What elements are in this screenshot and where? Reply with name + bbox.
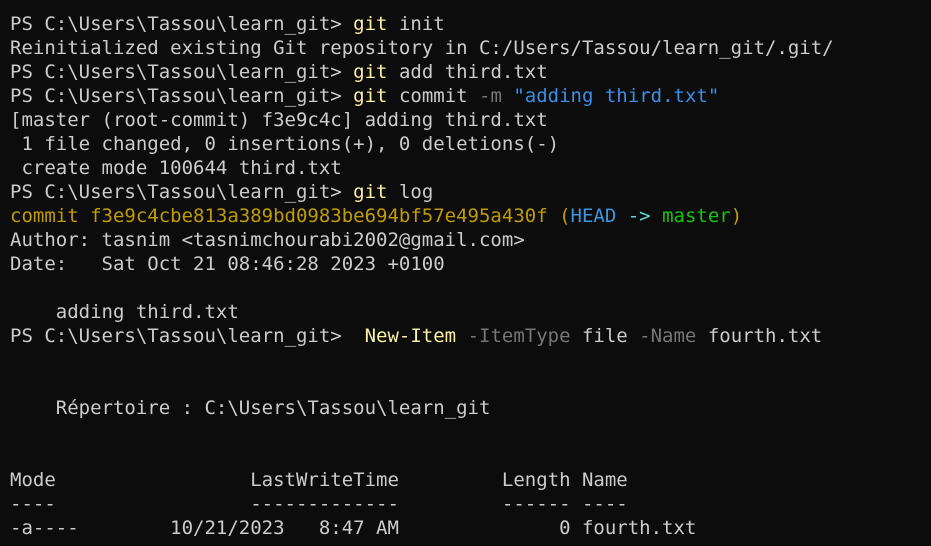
command-space	[456, 325, 467, 347]
command-git: git	[353, 61, 388, 83]
git-log-commit-line: commit f3e9c4cbe813a389bd0983be694bf57e4…	[10, 204, 921, 228]
command-param: -ItemType	[467, 325, 571, 347]
shell-prompt: PS C:\Users\Tassou\learn_git>	[10, 325, 365, 347]
directory-line: Répertoire : C:\Users\Tassou\learn_git	[10, 397, 491, 419]
command-param: -Name	[639, 325, 697, 347]
shell-prompt: PS C:\Users\Tassou\learn_git>	[10, 181, 354, 203]
terminal-line: PS C:\Users\Tassou\learn_git> git commit…	[10, 84, 921, 108]
ref-arrow: ->	[616, 205, 663, 227]
terminal-output-line: Reinitialized existing Git repository in…	[10, 37, 834, 59]
ref-paren-close: )	[730, 205, 743, 227]
branch-ref: master	[662, 205, 731, 227]
command-args: add third.txt	[387, 61, 548, 83]
command-git: git	[353, 85, 388, 107]
table-header: Mode LastWriteTime Length Name	[10, 469, 628, 491]
table-row: -a---- 10/21/2023 8:47 AM 0 fourth.txt	[10, 517, 697, 539]
head-ref: HEAD	[570, 205, 617, 227]
terminal-output-line: create mode 100644 third.txt	[10, 157, 342, 179]
terminal-line: PS C:\Users\Tassou\learn_git> git init	[10, 12, 921, 36]
command-args: commit	[387, 85, 480, 107]
command-git: git	[353, 181, 388, 203]
git-log-message: adding third.txt	[10, 301, 239, 323]
shell-prompt: PS C:\Users\Tassou\learn_git>	[10, 13, 354, 35]
ref-paren-open: (	[559, 205, 571, 227]
command-git: git	[353, 13, 388, 35]
command-space	[502, 85, 513, 107]
command-args: log	[387, 181, 434, 203]
command-new-item: New-Item	[364, 325, 457, 347]
command-flag: -m	[479, 85, 502, 107]
shell-prompt: PS C:\Users\Tassou\learn_git>	[10, 85, 354, 107]
table-separator: ---- ------------- ------ ----	[10, 493, 628, 515]
terminal-line: PS C:\Users\Tassou\learn_git> New-Item -…	[10, 324, 921, 348]
terminal-line: PS C:\Users\Tassou\learn_git> git add th…	[10, 60, 921, 84]
terminal-output-line: 1 file changed, 0 insertions(+), 0 delet…	[10, 133, 560, 155]
commit-hash: commit f3e9c4cbe813a389bd0983be694bf57e4…	[10, 205, 560, 227]
command-value: file	[570, 325, 640, 347]
git-log-author: Author: tasnim <tasnimchourabi2002@gmail…	[10, 229, 525, 251]
command-args: init	[387, 13, 445, 35]
shell-prompt: PS C:\Users\Tassou\learn_git>	[10, 61, 354, 83]
terminal-output-line: [master (root-commit) f3e9c4c] adding th…	[10, 109, 548, 131]
terminal-line: PS C:\Users\Tassou\learn_git> git log	[10, 180, 921, 204]
command-string: "adding third.txt"	[513, 85, 720, 107]
terminal-window[interactable]: PS C:\Users\Tassou\learn_git> git init R…	[0, 0, 931, 546]
command-value: fourth.txt	[696, 325, 823, 347]
git-log-date: Date: Sat Oct 21 08:46:28 2023 +0100	[10, 253, 445, 275]
